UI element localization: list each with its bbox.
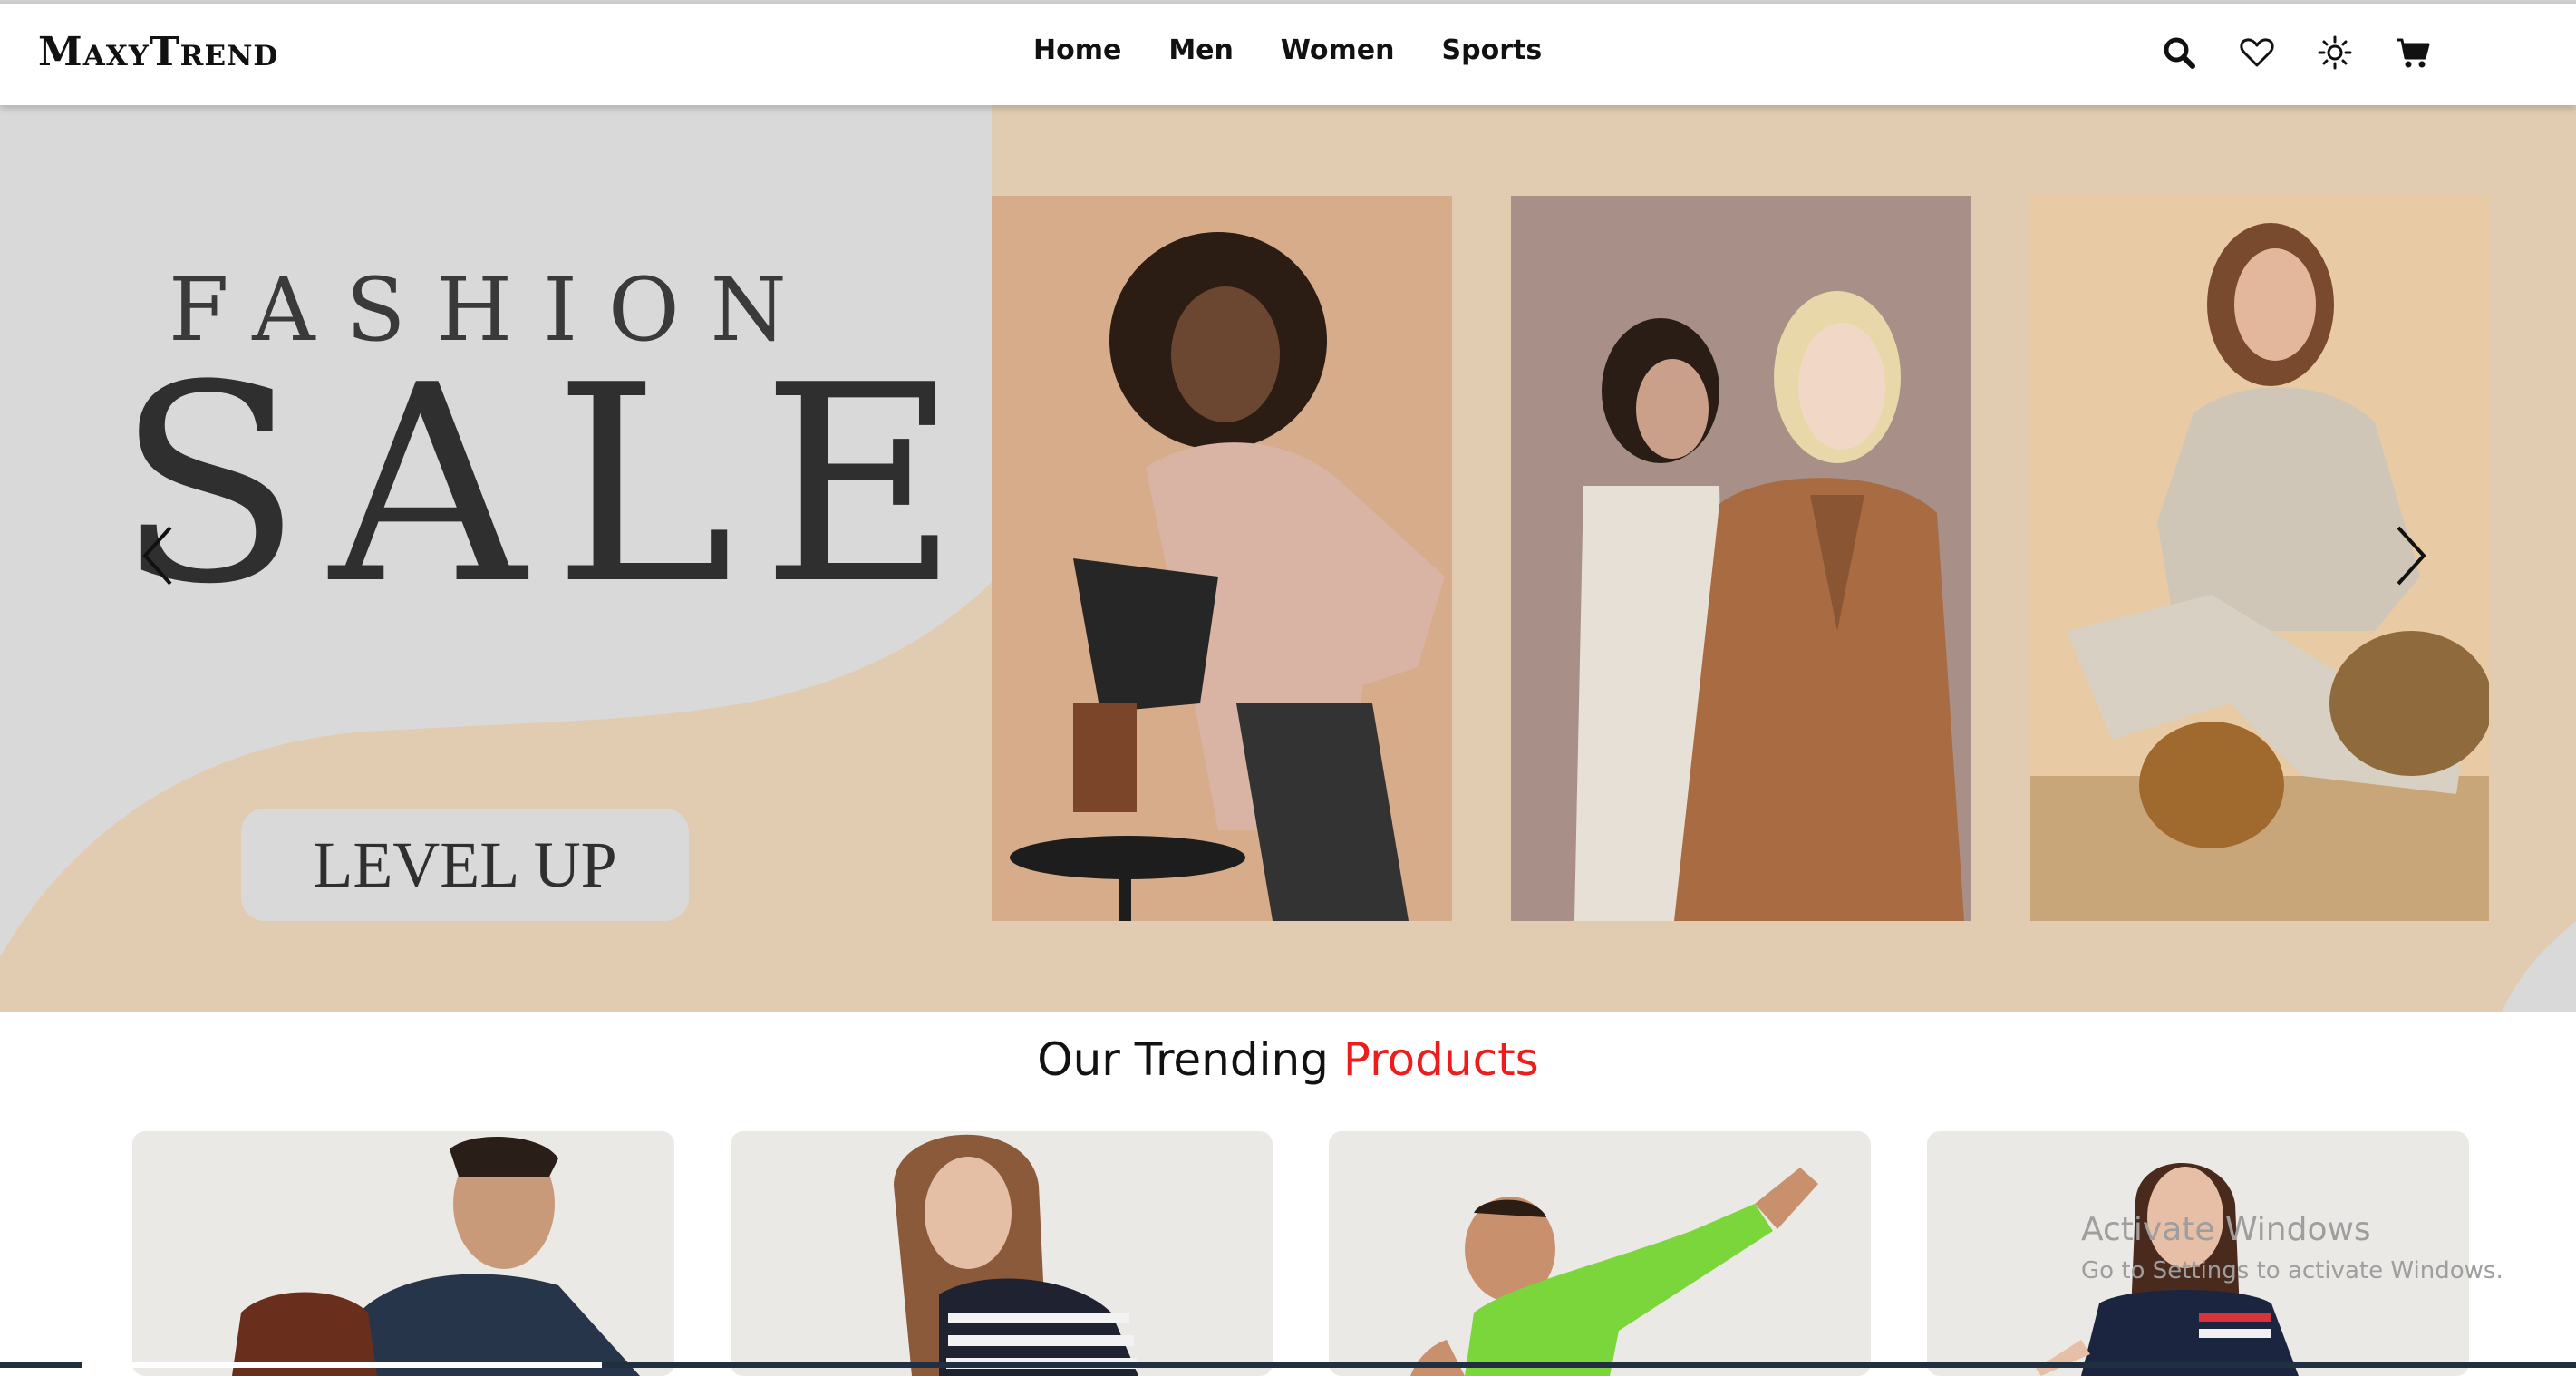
trending-products-heading: Our Trending Products	[0, 1033, 2576, 1086]
hero-prev-arrow[interactable]	[140, 524, 176, 587]
hero-banner: FASHION SALE LEVEL UP	[0, 105, 2576, 1012]
nav-link-sports[interactable]: Sports	[1442, 34, 1543, 66]
horizontal-scroll-indicator[interactable]	[82, 1362, 602, 1368]
product-card-man-leather-jacket[interactable]	[132, 1131, 674, 1376]
brand-logo[interactable]: MaxyTrend	[38, 29, 278, 75]
main-nav: Home Men Women Sports	[1033, 34, 1542, 66]
hero-photo-two-women-coats	[1511, 196, 1971, 921]
sun-icon[interactable]	[2317, 34, 2353, 71]
level-up-button[interactable]: LEVEL UP	[241, 809, 689, 921]
level-up-label: LEVEL UP	[313, 828, 617, 901]
search-icon[interactable]	[2161, 34, 2197, 71]
watermark-title: Activate Windows	[2081, 1211, 2371, 1248]
heart-icon[interactable]	[2239, 34, 2275, 71]
nav-link-home[interactable]: Home	[1033, 34, 1121, 66]
hero-photo-woman-curly-hair	[992, 196, 1452, 921]
windows-activation-watermark: Activate Windows Go to Settings to activ…	[2081, 1211, 2503, 1284]
nav-link-women[interactable]: Women	[1281, 34, 1395, 66]
trending-title-accent: Products	[1342, 1033, 1539, 1086]
hero-next-arrow[interactable]	[2393, 524, 2429, 587]
cart-icon[interactable]	[2395, 34, 2431, 71]
nav-icon-group	[2161, 34, 2431, 71]
watermark-subtitle: Go to Settings to activate Windows.	[2081, 1257, 2503, 1284]
product-card-man-sports-jersey[interactable]	[1329, 1131, 1871, 1376]
trending-title-prefix: Our Trending	[1037, 1033, 1343, 1086]
nav-link-men[interactable]: Men	[1168, 34, 1234, 66]
product-card-woman-striped-top[interactable]	[731, 1131, 1273, 1376]
hero-sale-headline: SALE	[116, 327, 987, 644]
top-navbar: MaxyTrend Home Men Women Sports	[0, 4, 2576, 105]
